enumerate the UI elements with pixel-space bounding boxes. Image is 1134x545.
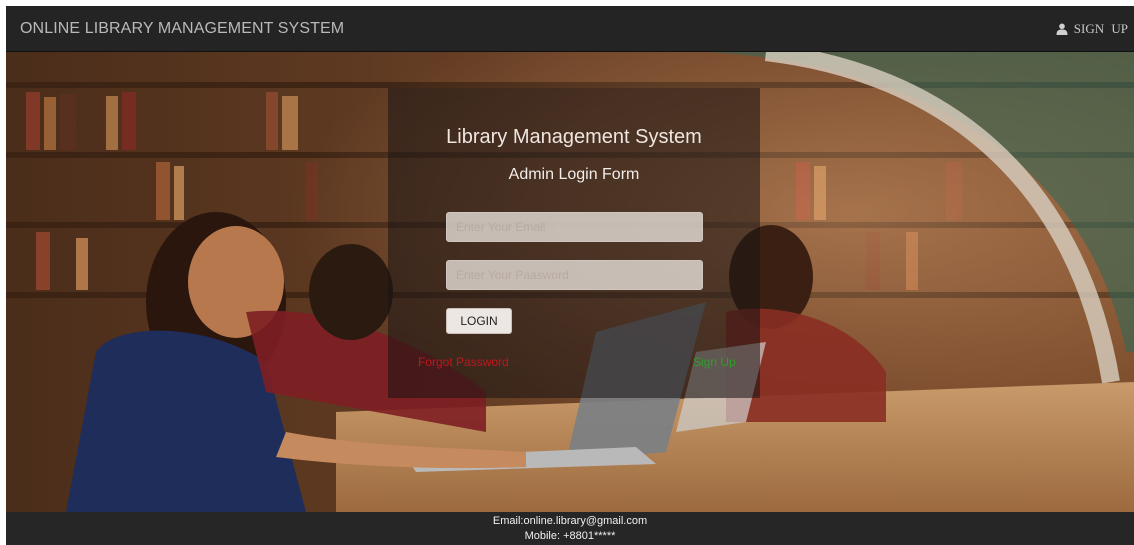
user-icon	[1056, 23, 1068, 35]
forgot-password-link[interactable]: Forgot Password	[418, 355, 509, 369]
navbar: ONLINE LIBRARY MANAGEMENT SYSTEM SIGN UP	[6, 6, 1134, 52]
page: ONLINE LIBRARY MANAGEMENT SYSTEM SIGN UP	[6, 6, 1134, 545]
footer-mobile: Mobile: +8801*****	[524, 530, 616, 542]
login-button[interactable]: LOGIN	[446, 308, 512, 334]
footer: Email:online.library@gmail.com Mobile: +…	[6, 512, 1134, 545]
navbar-signup-link[interactable]: SIGN UP	[1056, 21, 1128, 37]
password-input[interactable]	[446, 260, 703, 290]
login-title: Library Management System	[446, 126, 702, 148]
login-subtitle: Admin Login Form	[508, 166, 640, 183]
navbar-signup-label: SIGN UP	[1073, 21, 1128, 36]
footer-email: Email:online.library@gmail.com	[492, 515, 648, 527]
email-input[interactable]	[446, 212, 703, 242]
navbar-brand[interactable]: ONLINE LIBRARY MANAGEMENT SYSTEM	[20, 20, 344, 38]
sign-up-link[interactable]: Sign Up	[693, 355, 736, 369]
login-panel: Library Management System Admin Login Fo…	[388, 88, 760, 398]
